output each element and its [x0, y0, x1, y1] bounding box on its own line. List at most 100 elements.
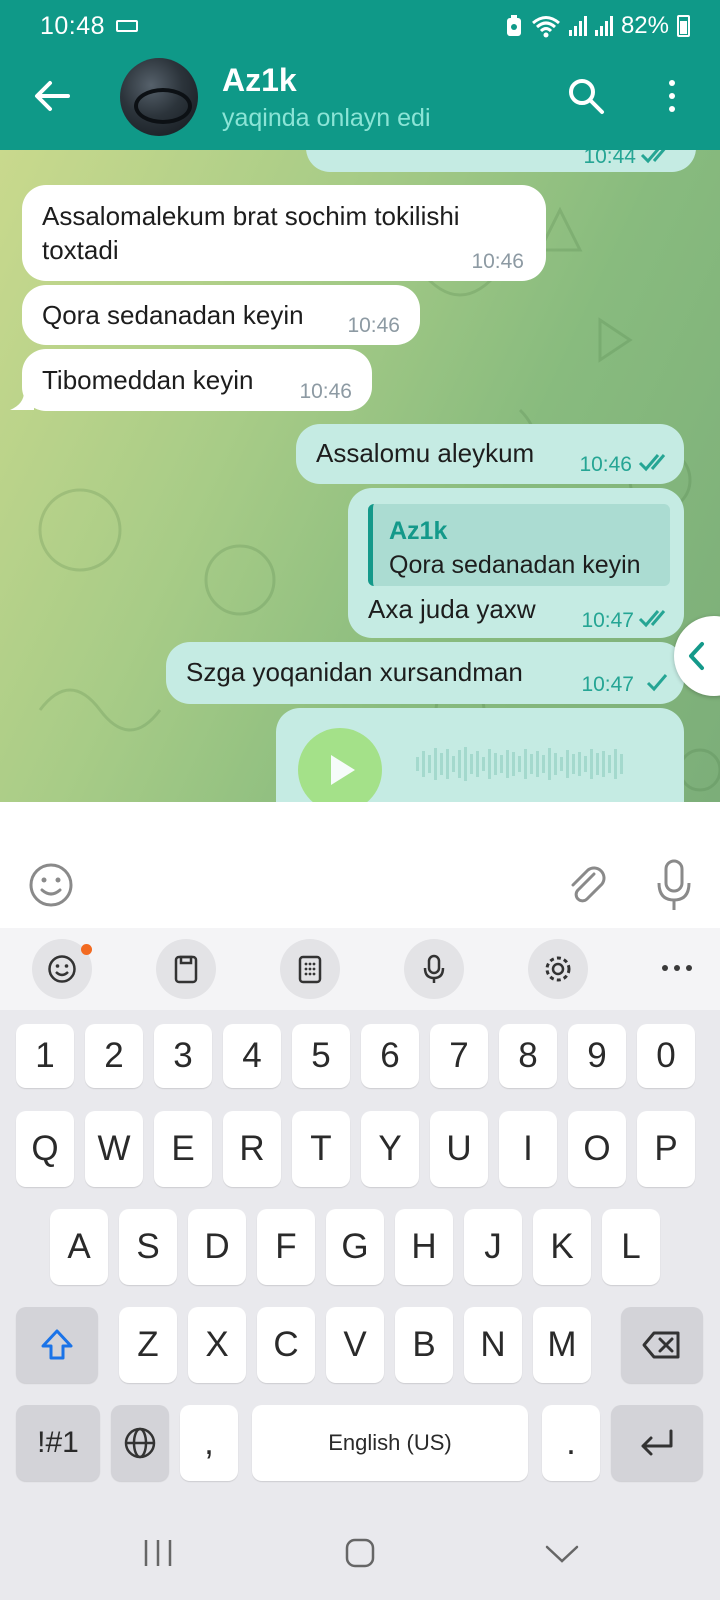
keyboard: 1 2 3 4 5 6 7 8 9 0 Q W E R T Y U I O P …: [0, 1010, 720, 1500]
reply-quote-text: Qora sedanadan keyin: [389, 551, 641, 579]
message-time: 10:47: [581, 609, 634, 632]
wifi-icon: [531, 16, 560, 38]
reply-quote[interactable]: Az1k Qora sedanadan keyin: [368, 504, 670, 586]
message-text: Tibomeddan keyin: [42, 365, 254, 395]
key-r[interactable]: R: [223, 1111, 281, 1187]
avatar[interactable]: [120, 58, 198, 136]
key-2[interactable]: 2: [85, 1024, 143, 1088]
status-bar: 10:48 82%: [0, 0, 720, 52]
key-n[interactable]: N: [464, 1307, 522, 1383]
keyboard-settings-button[interactable]: [528, 939, 588, 999]
key-s[interactable]: S: [119, 1209, 177, 1285]
more-options-icon[interactable]: [662, 80, 682, 116]
key-5[interactable]: 5: [292, 1024, 350, 1088]
message-outgoing-reply[interactable]: Az1k Qora sedanadan keyin Axa juda yaxw …: [348, 488, 684, 638]
chevron-left-icon: [689, 642, 704, 670]
key-9[interactable]: 9: [568, 1024, 626, 1088]
backspace-key[interactable]: [621, 1307, 703, 1383]
key-4[interactable]: 4: [223, 1024, 281, 1088]
message-outgoing-partial[interactable]: 10:44: [306, 150, 696, 172]
status-time: 10:48: [40, 12, 106, 40]
chevron-down-icon[interactable]: [544, 1542, 580, 1566]
key-i[interactable]: I: [499, 1111, 557, 1187]
home-icon[interactable]: [344, 1537, 376, 1569]
signal-1-icon: [568, 16, 587, 36]
voice-waveform: [416, 744, 623, 784]
message-text: Szga yoqanidan xursandman: [186, 657, 523, 687]
more-options-icon[interactable]: [662, 965, 692, 971]
keyboard-numpad-button[interactable]: [280, 939, 340, 999]
emoji-icon[interactable]: [28, 862, 74, 908]
symbols-key[interactable]: !#1: [16, 1405, 100, 1481]
message-incoming[interactable]: Qora sedanadan keyin 10:46: [22, 285, 420, 345]
message-time: 10:46: [299, 380, 352, 403]
keyboard-clipboard-button[interactable]: [156, 939, 216, 999]
microphone-icon[interactable]: [654, 858, 694, 912]
message-time: 10:46: [347, 314, 400, 337]
key-y[interactable]: Y: [361, 1111, 419, 1187]
key-b[interactable]: B: [395, 1307, 453, 1383]
signal-2-icon: [594, 16, 613, 36]
key-z[interactable]: Z: [119, 1307, 177, 1383]
keyboard-indicator-icon: [116, 20, 138, 32]
enter-icon: [641, 1429, 673, 1456]
message-input[interactable]: [96, 858, 536, 912]
contact-name[interactable]: Az1k: [222, 62, 297, 99]
key-g[interactable]: G: [326, 1209, 384, 1285]
backspace-icon: [642, 1331, 680, 1359]
period-key[interactable]: .: [542, 1405, 600, 1481]
contact-status: yaqinda onlayn edi: [222, 104, 431, 132]
search-icon[interactable]: [566, 76, 606, 116]
space-key[interactable]: English (US): [252, 1405, 528, 1481]
language-key[interactable]: [111, 1405, 169, 1481]
key-d[interactable]: D: [188, 1209, 246, 1285]
comma-key[interactable]: ,: [180, 1405, 238, 1481]
message-text: Assalomu aleykum: [316, 438, 535, 468]
back-arrow-icon[interactable]: [30, 74, 74, 118]
message-outgoing[interactable]: Szga yoqanidan xursandman 10:47: [166, 642, 684, 704]
enter-key[interactable]: [611, 1405, 703, 1481]
key-h[interactable]: H: [395, 1209, 453, 1285]
key-8[interactable]: 8: [499, 1024, 557, 1088]
key-e[interactable]: E: [154, 1111, 212, 1187]
key-x[interactable]: X: [188, 1307, 246, 1383]
play-icon[interactable]: [298, 728, 382, 802]
key-u[interactable]: U: [430, 1111, 488, 1187]
single-check-icon: [646, 674, 668, 692]
double-check-icon: [640, 150, 666, 164]
attach-icon[interactable]: [564, 862, 610, 908]
key-6[interactable]: 6: [361, 1024, 419, 1088]
shift-key[interactable]: [16, 1307, 98, 1383]
key-m[interactable]: M: [533, 1307, 591, 1383]
key-7[interactable]: 7: [430, 1024, 488, 1088]
key-a[interactable]: A: [50, 1209, 108, 1285]
numpad-icon: [298, 955, 322, 984]
keyboard-voice-button[interactable]: [404, 939, 464, 999]
key-1[interactable]: 1: [16, 1024, 74, 1088]
message-text-line: toxtadi: [42, 235, 119, 265]
app-header: 10:48 82% Az1k yaqinda onlayn edi: [0, 0, 720, 150]
key-k[interactable]: K: [533, 1209, 591, 1285]
keyboard-toolbar: [0, 928, 720, 1010]
notification-dot: [81, 944, 92, 955]
message-outgoing[interactable]: Assalomu aleykum 10:46: [296, 424, 684, 484]
key-q[interactable]: Q: [16, 1111, 74, 1187]
key-v[interactable]: V: [326, 1307, 384, 1383]
key-l[interactable]: L: [602, 1209, 660, 1285]
message-incoming[interactable]: Assalomalekum brat sochim tokilishi toxt…: [22, 185, 546, 281]
message-incoming[interactable]: Tibomeddan keyin 10:46: [22, 349, 372, 411]
voice-message[interactable]: [276, 708, 684, 802]
key-w[interactable]: W: [85, 1111, 143, 1187]
key-t[interactable]: T: [292, 1111, 350, 1187]
key-3[interactable]: 3: [154, 1024, 212, 1088]
key-0[interactable]: 0: [637, 1024, 695, 1088]
key-f[interactable]: F: [257, 1209, 315, 1285]
key-o[interactable]: O: [568, 1111, 626, 1187]
chat-area[interactable]: 10:44 Assalomalekum brat sochim tokilish…: [0, 150, 720, 802]
key-p[interactable]: P: [637, 1111, 695, 1187]
message-text: Axa juda yaxw: [368, 594, 536, 624]
key-c[interactable]: C: [257, 1307, 315, 1383]
key-j[interactable]: J: [464, 1209, 522, 1285]
recent-apps-icon[interactable]: [142, 1538, 174, 1568]
message-time: 10:46: [579, 453, 632, 476]
